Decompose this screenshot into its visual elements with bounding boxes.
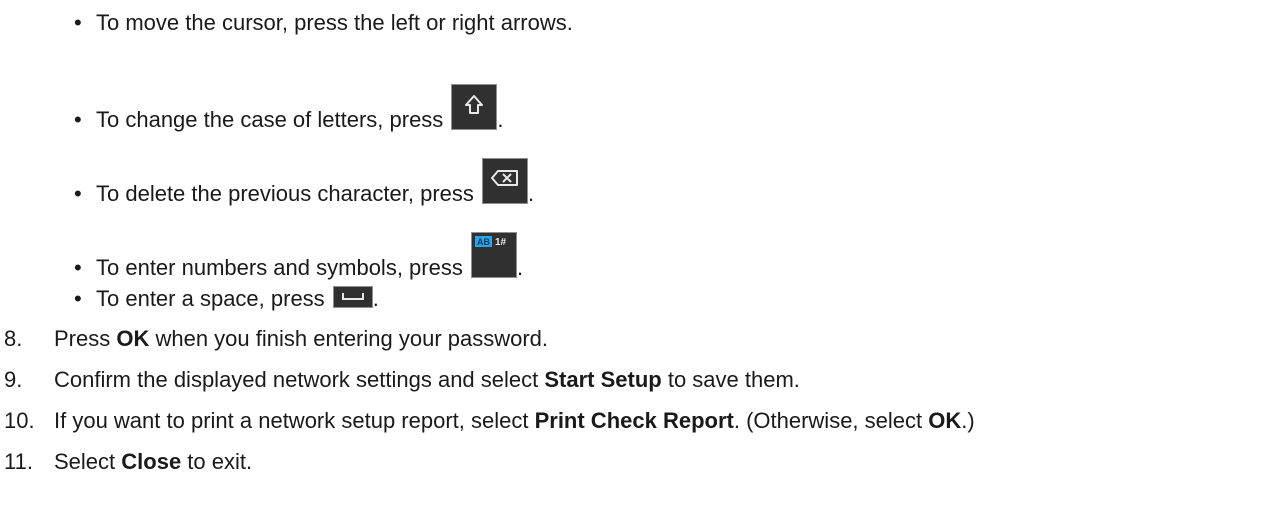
bullet-item-numbers-symbols: • To enter numbers and symbols, press AB 1… (74, 232, 523, 281)
step-bold-term: Start Setup (544, 367, 662, 392)
step-number: 11. (4, 449, 33, 474)
step-text: If you want to print a network setup rep… (54, 408, 535, 433)
ab-123-key-icon: AB 1# (470, 232, 517, 278)
step-text: to exit. (181, 449, 253, 474)
shift-key-icon (451, 84, 498, 130)
bullet-item-move-cursor: • To move the cursor, press the left or r… (74, 10, 573, 36)
bullet-text: To enter a space, press (96, 286, 331, 311)
num-label: 1# (495, 237, 507, 248)
bullet-period: . (516, 255, 524, 280)
bullet-text: To move the cursor, press the left or ri… (96, 10, 573, 35)
step-number: 8. (4, 326, 23, 351)
step-11: 11. Select Close to exit. (4, 449, 252, 475)
step-9: 9. Confirm the displayed network settings… (4, 367, 800, 393)
bullet-marker: • (74, 10, 82, 35)
bullet-period: . (497, 107, 504, 132)
step-number: 9. (4, 367, 23, 392)
bullet-marker: • (74, 286, 82, 311)
step-bold-term: Close (121, 449, 182, 474)
step-text: Confirm the displayed network settings a… (54, 367, 545, 392)
step-text: to save them. (661, 367, 800, 392)
document-page: • To move the cursor, press the left or r… (0, 0, 1282, 513)
backspace-key-icon (482, 158, 528, 204)
step-8: 8. Press OK when you finish entering your… (4, 326, 548, 352)
step-text: Press (54, 326, 117, 351)
step-bold-term: OK (928, 408, 962, 433)
bullet-text: To enter numbers and symbols, press (96, 255, 469, 280)
bullet-marker: • (74, 255, 82, 280)
step-bold-term: OK (116, 326, 150, 351)
step-text: when you finish entering your password. (149, 326, 549, 351)
bullet-period: . (372, 286, 379, 311)
bullet-period: . (528, 181, 535, 206)
step-10: 10. If you want to print a network setup … (4, 408, 975, 434)
space-key-icon (332, 286, 373, 308)
step-text: . (Otherwise, select (733, 408, 929, 433)
bullet-text: To change the case of letters, press (96, 107, 450, 132)
step-text: .) (961, 408, 975, 433)
step-number: 10. (4, 408, 35, 433)
bullet-marker: • (74, 107, 82, 132)
bullet-marker: • (74, 181, 82, 206)
ab-label: AB (477, 237, 490, 247)
bullet-text: To delete the previous character, press (96, 181, 480, 206)
bullet-item-change-case: • To change the case of letters, press . (74, 84, 504, 133)
bullet-item-enter-space: • To enter a space, press . (74, 286, 379, 312)
step-text: Select (54, 449, 122, 474)
step-bold-term: Print Check Report (534, 408, 734, 433)
bullet-item-delete-character: • To delete the previous character, press… (74, 158, 534, 207)
